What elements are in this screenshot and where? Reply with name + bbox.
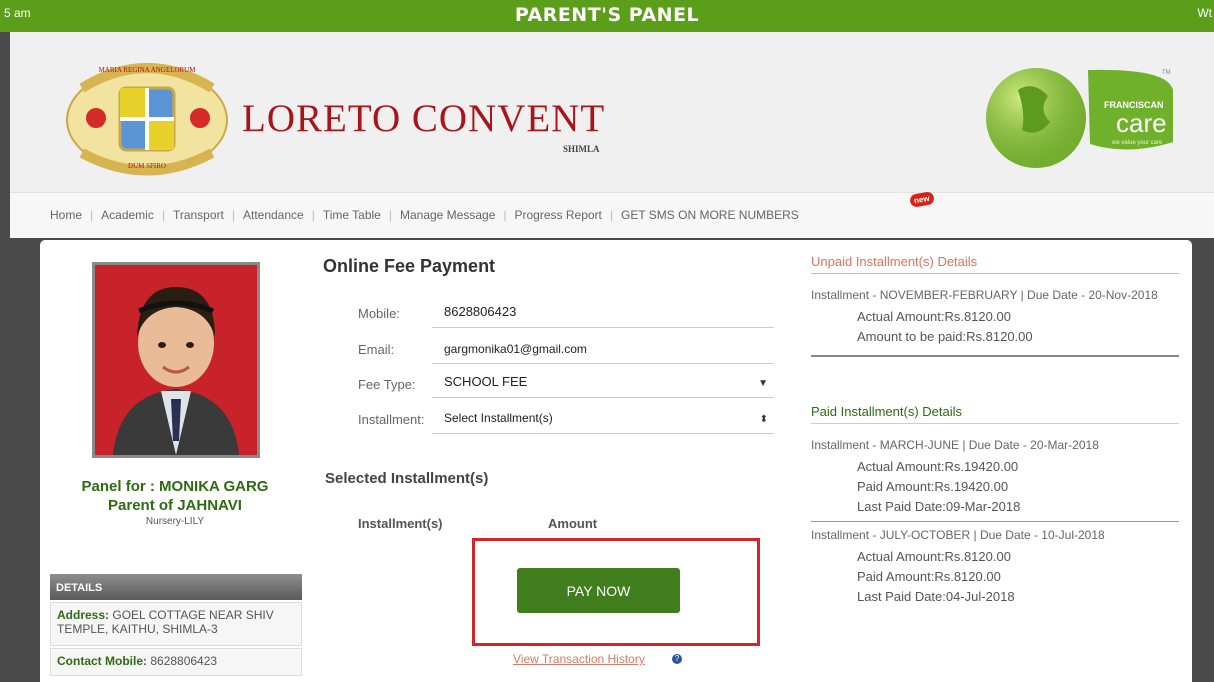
school-crest-logo[interactable]: MARIA REGINA ANGELORUM DUM SPIRO <box>62 58 232 176</box>
divider <box>811 355 1179 357</box>
paid-installments-panel: Paid Installment(s) Details Installment … <box>811 404 1179 607</box>
school-name: LORETO CONVENT <box>242 97 606 140</box>
svg-text:TM: TM <box>1162 70 1171 76</box>
installment-label: Installment: <box>358 412 425 427</box>
ticker-right: Wt <box>1197 6 1212 20</box>
paid-last-date: Last Paid Date:09-Mar-2018 <box>857 499 1021 514</box>
svg-text:we value your care: we value your care <box>1111 140 1163 146</box>
unpaid-amount-to-pay: Amount to be paid:Rs.8120.00 <box>857 329 1033 344</box>
mobile-label: Mobile: <box>358 306 400 321</box>
unpaid-installments-panel: Unpaid Installment(s) Details Installmen… <box>811 254 1179 357</box>
nav-time-table[interactable]: Time Table | <box>323 208 400 222</box>
site-header: MARIA REGINA ANGELORUM DUM SPIRO LORETO … <box>10 32 1214 192</box>
chevron-down-icon: ▼ <box>758 378 768 389</box>
profile-class: Nursery-LILY <box>145 516 205 527</box>
svg-text:DUM SPIRO: DUM SPIRO <box>128 162 166 170</box>
franciscan-care-logo: TM FRANCISCAN care we value your care <box>978 60 1188 170</box>
content-panel: Panel for : MONIKA GARG Parent of JAHNAV… <box>40 240 1192 682</box>
selected-installments-title: Selected Installment(s) <box>325 470 489 487</box>
nav-progress-report[interactable]: Progress Report | <box>515 208 622 222</box>
details-header: DETAILS <box>50 574 302 600</box>
fee-type-select[interactable]: SCHOOL FEE ▼ <box>432 374 774 398</box>
nav-academic[interactable]: Academic | <box>101 208 173 222</box>
new-badge: new <box>909 191 935 208</box>
col-amount: Amount <box>548 516 598 531</box>
nav-get-sms[interactable]: GET SMS ON MORE NUMBERS <box>621 208 799 222</box>
paid-last-date: Last Paid Date:04-Jul-2018 <box>857 589 1015 604</box>
paid-actual-amount: Actual Amount:Rs.8120.00 <box>857 549 1011 564</box>
top-bar: 5 am PARENT'S PANEL Wt <box>0 0 1214 32</box>
nav-home[interactable]: Home | <box>50 208 101 222</box>
school-city: SHIMLA <box>563 144 600 154</box>
nav-transport[interactable]: Transport | <box>173 208 243 222</box>
panel-title: PARENT'S PANEL <box>514 4 700 26</box>
student-photo <box>92 262 260 458</box>
col-installments: Installment(s) <box>358 516 443 531</box>
profile-parent-of: Parent of JAHNAVI <box>108 497 242 514</box>
paid-item-heading: Installment - JULY-OCTOBER | Due Date - … <box>811 528 1105 542</box>
details-address: Address: GOEL COTTAGE NEAR SHIV TEMPLE, … <box>50 602 302 646</box>
mobile-field[interactable]: 8628806423 <box>432 304 774 328</box>
view-transaction-history-link[interactable]: View Transaction History <box>513 652 645 666</box>
email-label: Email: <box>358 342 395 357</box>
paid-amount: Paid Amount:Rs.8120.00 <box>857 569 1001 584</box>
svg-text:MARIA REGINA ANGELORUM: MARIA REGINA ANGELORUM <box>99 66 197 74</box>
info-icon[interactable]: ? <box>672 654 682 664</box>
nav-manage-message[interactable]: Manage Message | <box>400 208 515 222</box>
email-field[interactable]: gargmonika01@gmail.com <box>432 340 774 364</box>
unpaid-actual-amount: Actual Amount:Rs.8120.00 <box>857 309 1011 324</box>
paid-title: Paid Installment(s) Details <box>811 404 1179 424</box>
online-fee-payment-title: Online Fee Payment <box>323 256 496 276</box>
fee-type-label: Fee Type: <box>358 377 416 392</box>
nav-attendance[interactable]: Attendance | <box>243 208 323 222</box>
updown-icon: ⬍ <box>759 414 768 425</box>
details-mobile: Contact Mobile: 8628806423 <box>50 648 302 676</box>
paid-item-heading: Installment - MARCH-JUNE | Due Date - 20… <box>811 438 1099 452</box>
divider <box>811 521 1179 522</box>
pay-now-button[interactable]: PAY NOW <box>517 568 680 613</box>
installment-select[interactable]: Select Installment(s) ⬍ <box>432 410 774 434</box>
svg-text:care: care <box>1116 108 1167 138</box>
unpaid-item-heading: Installment - NOVEMBER-FEBRUARY | Due Da… <box>811 288 1158 302</box>
paid-amount: Paid Amount:Rs.19420.00 <box>857 479 1009 494</box>
paid-actual-amount: Actual Amount:Rs.19420.00 <box>857 459 1019 474</box>
profile-panel-for: Panel for : MONIKA GARG <box>81 478 269 495</box>
unpaid-title: Unpaid Installment(s) Details <box>811 254 1179 274</box>
main-nav: Home | Academic | Transport | Attendance | T… <box>10 191 1214 238</box>
